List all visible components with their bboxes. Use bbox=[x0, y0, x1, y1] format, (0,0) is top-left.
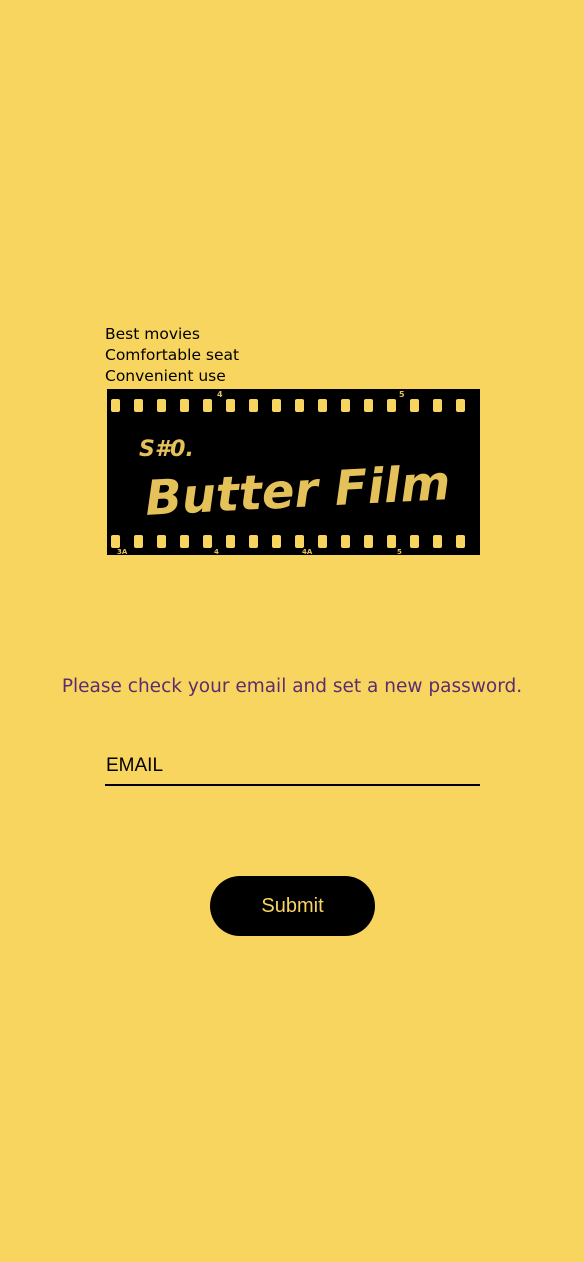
tagline-list: Best movies Comfortable seat Convenient … bbox=[105, 324, 239, 387]
perforation-hole bbox=[249, 535, 258, 548]
email-field[interactable] bbox=[105, 748, 480, 786]
perforation-hole bbox=[272, 399, 281, 412]
film-strip-graphic: 4 5 3A 4 4A 5 S#0. Butter Film bbox=[111, 390, 465, 555]
perforation-hole bbox=[410, 399, 419, 412]
perforation-hole bbox=[180, 535, 189, 548]
perforation-hole bbox=[272, 535, 281, 548]
tagline-item: Comfortable seat bbox=[105, 346, 240, 364]
frame-number: 4A bbox=[302, 548, 313, 555]
perforation-hole bbox=[433, 535, 442, 548]
perforation-hole bbox=[203, 399, 212, 412]
perforation-hole bbox=[134, 399, 143, 412]
frame-number: 5 bbox=[397, 548, 402, 555]
perforation-hole bbox=[387, 399, 396, 412]
reset-password-page: Best movies Comfortable seat Convenient … bbox=[0, 0, 584, 1262]
perforation-hole bbox=[364, 535, 373, 548]
perforation-hole bbox=[456, 535, 465, 548]
film-perforations-top bbox=[111, 399, 465, 412]
perforation-hole bbox=[226, 535, 235, 548]
perforation-hole bbox=[410, 535, 419, 548]
perforation-hole bbox=[134, 535, 143, 548]
perforation-hole bbox=[364, 399, 373, 412]
frame-number: 3A bbox=[117, 548, 128, 555]
perforation-hole bbox=[295, 399, 304, 412]
perforation-hole bbox=[203, 535, 212, 548]
perforation-hole bbox=[157, 399, 166, 412]
perforation-hole bbox=[226, 399, 235, 412]
perforation-hole bbox=[433, 399, 442, 412]
perforation-hole bbox=[318, 399, 327, 412]
reset-instruction-message: Please check your email and set a new pa… bbox=[61, 676, 523, 697]
perforation-hole bbox=[111, 399, 120, 412]
logo-brand-text: Butter Film bbox=[144, 455, 452, 527]
tagline-item: Convenient use bbox=[105, 367, 226, 385]
perforation-hole bbox=[387, 535, 396, 548]
perforation-hole bbox=[111, 535, 120, 548]
tagline-item: Best movies bbox=[105, 325, 200, 343]
perforation-hole bbox=[157, 535, 166, 548]
perforation-hole bbox=[341, 399, 350, 412]
film-perforations-bottom bbox=[111, 535, 465, 548]
perforation-hole bbox=[341, 535, 350, 548]
logo-small-text: S#0. bbox=[139, 437, 194, 462]
perforation-hole bbox=[318, 535, 327, 548]
perforation-hole bbox=[295, 535, 304, 548]
perforation-hole bbox=[249, 399, 258, 412]
frame-number: 5 bbox=[399, 390, 405, 399]
butter-film-logo: 4 5 3A 4 4A 5 S#0. Butter Film bbox=[107, 389, 480, 555]
submit-button[interactable]: Submit bbox=[210, 876, 375, 936]
perforation-hole bbox=[180, 399, 189, 412]
frame-number: 4 bbox=[214, 548, 219, 555]
perforation-hole bbox=[456, 399, 465, 412]
frame-number: 4 bbox=[217, 390, 223, 399]
